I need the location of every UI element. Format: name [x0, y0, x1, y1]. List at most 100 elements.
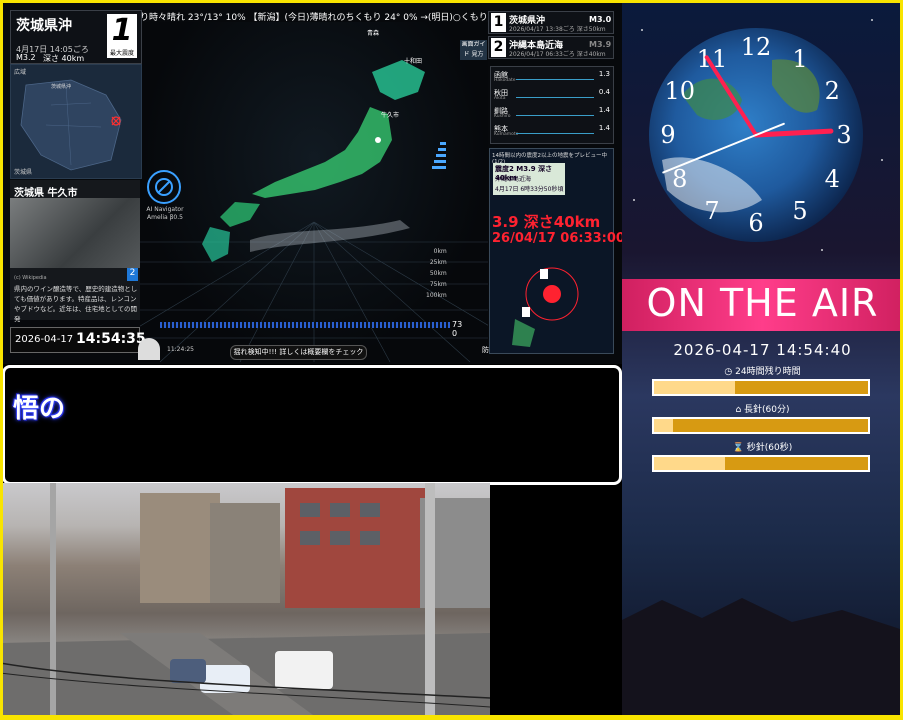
photo-badge: 2 — [127, 268, 138, 281]
minute-hand-text: 長針(60分) — [744, 405, 790, 415]
obs-row: 釧路 Kushiro 1.4 — [494, 106, 612, 122]
recent-quake-rank: 2 — [491, 38, 506, 57]
hourglass-icon: ⌛ — [732, 443, 744, 453]
ai-navigator-name: AI Navigator — [146, 206, 184, 213]
quake-depth: 深さ 40km — [43, 54, 85, 63]
obs-sub: Kumamoto — [494, 132, 519, 137]
clock-numeral: 9 — [660, 121, 675, 149]
location-photo — [10, 198, 140, 268]
regional-minimap: 広域 茨城県沖 茨城県 — [10, 64, 142, 179]
clock-numeral: 6 — [748, 209, 763, 237]
recent-quake-2[interactable]: 2 沖縄本島近海 2026/04/17 06:33ごろ 深さ40km M3.9 — [488, 36, 614, 59]
second-hand-bar — [652, 455, 870, 472]
max-intensity-value: 1 — [111, 13, 133, 48]
frame-border-bottom — [0, 715, 903, 720]
map-label-aomori: 青森 — [367, 30, 380, 37]
max-intensity-box: 1 最大震度 — [107, 14, 137, 58]
recent-quake-sub: 2026/04/17 06:33ごろ 深さ40km — [509, 51, 606, 58]
clock-numeral: 2 — [825, 77, 840, 105]
seismo-count: 73 0 — [452, 320, 462, 338]
obs-value: 1.4 — [598, 124, 610, 132]
day-remaining-fill — [654, 381, 736, 394]
seismo-count-b: 0 — [452, 329, 458, 338]
obs-value: 1.3 — [598, 70, 610, 78]
obs-wave — [516, 92, 594, 98]
recent-quake-1[interactable]: 1 茨城県沖 2026/04/17 13:38ごろ 深さ50km M3.0 — [488, 11, 614, 34]
obs-row: 熊本 Kumamoto 1.4 — [494, 124, 612, 140]
recent-quake-sub: 2026/04/17 13:38ごろ 深さ50km — [509, 26, 606, 33]
location-title: 茨城県 牛久市 — [14, 188, 78, 199]
right-panel: 12 1 2 3 4 5 6 7 8 9 10 11 ON THE AIR 2026-04-17 14… — [622, 0, 903, 720]
seismo-time: 11:24:25 — [167, 346, 194, 353]
main-quake-card: 茨城県沖 4月17日 14:05ごろ M3.2 深さ 40km 1 最大震度 — [10, 10, 142, 64]
obs-row: 函館 Hakodate 1.3 — [494, 70, 612, 86]
clock-icon: ⌂ — [735, 405, 742, 415]
recent-quake-mag: M3.9 — [589, 40, 612, 49]
quake-place: 茨城県沖 — [16, 18, 72, 34]
clock-numeral: 3 — [836, 121, 851, 149]
on-air-text: ON THE AIR — [646, 281, 879, 325]
recent-quake-mag: M3.0 — [589, 15, 612, 24]
scale-75: 75km — [429, 281, 447, 288]
seismo-count-a: 73 — [452, 320, 463, 329]
clock-numeral: 10 — [665, 77, 696, 105]
clock-numeral: 1 — [792, 45, 807, 73]
clock-time: 14:54:35 — [76, 331, 146, 347]
obs-wave — [516, 74, 594, 80]
analog-clock: 12 1234567891011 — [633, 19, 883, 251]
obs-value: 1.4 — [598, 106, 610, 114]
minimap-scope: 広域 — [14, 69, 27, 76]
preview-mag-depth: 3.9 深さ40km — [492, 213, 601, 231]
max-intensity-label: 最大震度 — [109, 50, 134, 57]
clock-numeral: 8 — [672, 165, 687, 193]
clock-numeral: 5 — [792, 197, 807, 225]
japan-map-graphic — [140, 60, 488, 362]
ai-navigator-icon — [147, 170, 181, 204]
clock-numeral: 4 — [825, 165, 840, 193]
photo-credit: (c) Wikipedia — [14, 275, 47, 281]
minute-hand-label: ⌂ 長針(60分) — [622, 402, 903, 415]
obs-wave — [516, 128, 594, 134]
frame-border-top — [0, 0, 903, 3]
second-hand-text: 秒針(60秒) — [746, 443, 793, 453]
minimap-epicenter-label: 茨城県沖 — [51, 84, 72, 90]
obs-row: 秋田 Akita 0.4 — [494, 88, 612, 104]
seismic-strip — [160, 322, 450, 328]
check-description-button[interactable]: 揺れ検知中!!! 詳しくは概要欄をチェック — [230, 345, 367, 360]
observation-list: 函館 Hakodate 1.3 秋田 Akita 0.4 釧路 Kushiro … — [490, 66, 614, 144]
preview-place: 沖縄本島近海 — [495, 176, 532, 183]
minimap-region: 茨城県 — [14, 169, 33, 176]
day-remaining-text: 24時間残り時間 — [735, 367, 801, 377]
obs-sub: Hakodate — [494, 78, 516, 83]
map-label-towada: 十和田 — [404, 58, 423, 65]
screen-guide-button[interactable]: 画面ガイド 見方 — [460, 40, 487, 60]
minute-hand-bar — [652, 417, 870, 434]
preview-time: 4月17日 6時33分50秒頃 — [495, 186, 564, 193]
location-photo-card: 茨城県 牛久市 (c) Wikipedia 2 県内のワイン醸造等で、歴史的建造… — [10, 180, 140, 323]
on-air-banner: ON THE AIR — [622, 279, 903, 331]
recent-quake-rank: 1 — [491, 13, 506, 32]
timer-icon: ◷ — [724, 367, 733, 377]
clock-numeral: 12 — [741, 33, 772, 61]
message-box: 悟の — [2, 365, 622, 485]
japan-3d-map — [140, 22, 488, 362]
frame-border-left — [0, 0, 3, 720]
preview-card: 震度2 M3.9 深さ40km 沖縄本島近海 4月17日 6時33分50秒頃 — [493, 163, 565, 195]
obs-value: 0.4 — [598, 88, 610, 96]
scale-100: 100km — [426, 292, 447, 299]
preview-map — [512, 267, 579, 347]
obs-sub: Kushiro — [494, 114, 511, 119]
location-description: 県内のワイン醸造等で、歴史的建造物としても価値があります。特産品は、レンコンやブ… — [14, 285, 138, 323]
quake-magnitude: M3.2 — [16, 53, 36, 62]
live-street-camera — [0, 483, 490, 720]
weather-ticker: り時々晴れ 23°/13° 10% 【新潟】(今日)薄晴れのちくもり 24° 0… — [140, 13, 490, 23]
datetime-right: 2026-04-17 14:54:40 — [673, 341, 852, 359]
scale-0: 0km — [433, 248, 447, 255]
ai-navigator-version: Amelia β0.5 — [147, 214, 183, 221]
minimap-graphic — [20, 79, 122, 171]
ai-logo-icon — [155, 178, 173, 196]
clock-date: 2026-04-17 — [15, 334, 74, 345]
message-text: 悟の — [13, 394, 66, 424]
scale-25: 25km — [429, 259, 447, 266]
earthquake-monitor: り時々晴れ 23°/13° 10% 【新潟】(今日)薄晴れのちくもり 24° 0… — [0, 0, 622, 364]
